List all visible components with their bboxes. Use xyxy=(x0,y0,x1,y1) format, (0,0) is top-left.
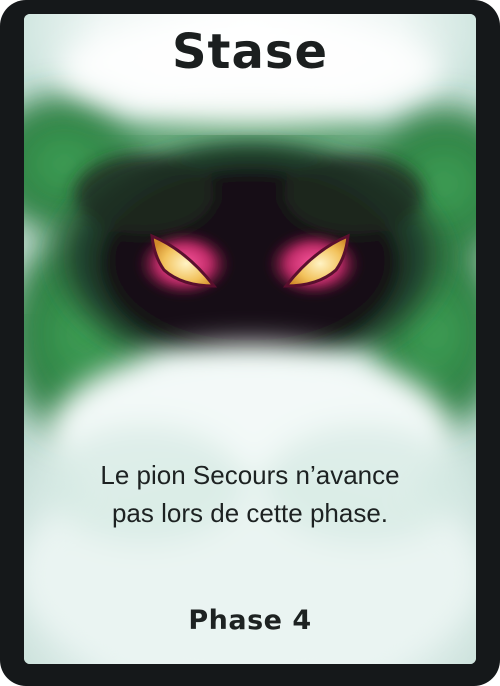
card-phase-label: Phase 4 xyxy=(188,605,312,636)
card-rule-text: Le pion Secours n’avance pas lors de cet… xyxy=(60,456,440,532)
event-card: Stase Le pion Secours n’avance pas lors … xyxy=(0,0,500,686)
monster-eyes-illustration xyxy=(24,14,476,664)
rule-line-1: Le pion Secours n’avance xyxy=(100,460,400,490)
rule-line-2: pas lors de cette phase. xyxy=(111,498,389,528)
card-illustration xyxy=(24,14,476,664)
card-title: Stase xyxy=(171,24,329,80)
